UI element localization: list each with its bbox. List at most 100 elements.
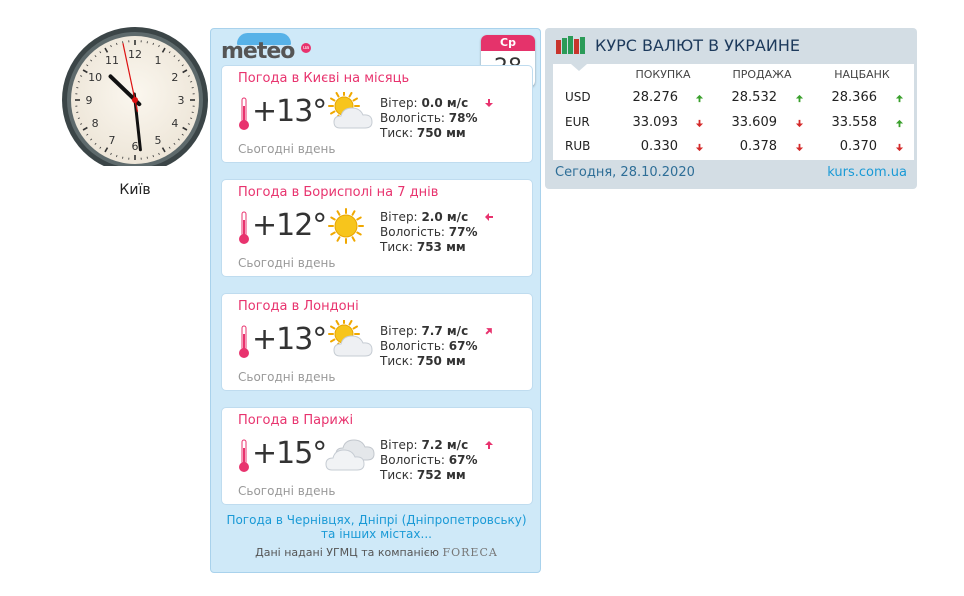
weather-card[interactable]: Погода в Парижі +15° Вітер: 7.2 м/с Воло… [221,407,533,505]
weather-card-title[interactable]: Погода в Борисполі на 7 днів [238,185,438,200]
weather-period: Сьогодні вдень [238,256,336,270]
meteo-logo[interactable]: meteo ua [217,33,317,65]
wind-value: 7.7 м/с [421,324,469,338]
thermometer-icon [239,439,249,472]
temperature: +13° [252,322,327,357]
clock-number: 11 [105,54,119,67]
header-nbu: НАЦБАНК [834,68,890,81]
weather-details: Вітер: 2.0 м/с Вологість: 77% Тиск: 753 … [380,210,478,255]
pressure-value: 752 мм [416,468,466,482]
currency-row: RUB 0.330 0.378 0.370 [553,135,914,159]
humidity-label: Вологість: [380,225,445,239]
wind-value: 2.0 м/с [421,210,469,224]
trend-arrow-icon [895,143,904,152]
humidity-label: Вологість: [380,111,445,125]
currency-widget: КУРС ВАЛЮТ В УКРАИНЕ ПОКУПКА ПРОДАЖА НАЦ… [545,28,917,189]
wind-direction-icon [485,441,493,449]
clock-city-label: Київ [119,182,151,198]
more-cities-line1[interactable]: Погода в Чернівцях, Дніпрі (Дніпропетров… [211,513,542,527]
analog-clock: 12 1234567891011 [62,27,208,166]
pressure-value: 750 мм [416,354,466,368]
weather-card[interactable]: Погода в Лондоні +13° Вітер: 7.7 м/с Вол… [221,293,533,391]
data-source-text: Дані надані УГМЦ та компанією [255,546,439,559]
wind-value: 7.2 м/с [421,438,469,452]
temperature: +15° [252,436,327,471]
clock-number: 5 [155,134,162,147]
nbu-value: 0.370 [839,139,877,154]
clock-number: 12 [128,48,142,61]
currency-logo-icon [556,36,585,54]
weather-details: Вітер: 7.7 м/с Вологість: 67% Тиск: 750 … [380,324,478,369]
clock-number: 8 [92,117,99,130]
humidity-value: 67% [448,339,478,353]
weather-details: Вітер: 0.0 м/с Вологість: 78% Тиск: 750 … [380,96,478,141]
clock-number: 3 [178,94,185,107]
humidity-label: Вологість: [380,339,445,353]
humidity-label: Вологість: [380,453,445,467]
trend-arrow-icon [695,119,704,128]
data-source-note: Дані надані УГМЦ та компанією FORECA [211,546,542,559]
currency-title: КУРС ВАЛЮТ В УКРАИНЕ [595,36,800,55]
wind-label: Вітер: [380,210,418,224]
more-cities-line2[interactable]: та інших містах... [211,527,542,541]
pressure-label: Тиск: [380,354,414,368]
sun-icon [328,208,364,244]
buy-value: 0.330 [640,139,678,154]
buy-value: 28.276 [632,90,679,105]
currency-code: USD [565,90,591,104]
clock-number: 4 [171,117,178,130]
temperature: +13° [252,94,327,129]
pressure-value: 750 мм [416,126,466,140]
trend-arrow-icon [795,94,804,103]
thermometer-icon [239,325,249,358]
wind-value: 0.0 м/с [421,96,469,110]
wind-label: Вітер: [380,96,418,110]
trend-arrow-icon [695,94,704,103]
weather-card[interactable]: Погода в Борисполі на 7 днів +12° Вітер:… [221,179,533,277]
trend-arrow-icon [795,143,804,152]
sun-cloud-icon [328,92,373,129]
weather-card[interactable]: Погода в Києві на місяць +13° Вітер: 0.0… [221,65,533,163]
currency-row: USD 28.276 28.532 28.366 [553,86,914,110]
clock-widget: 12 1 2 3 4 5 6 7 8 9 10 11 Київ [58,26,212,206]
currency-notch [571,64,587,71]
header-sell: ПРОДАЖА [732,68,792,81]
weather-card-title[interactable]: Погода в Києві на місяць [238,71,409,86]
foreca-logo[interactable]: FORECA [443,546,498,559]
weather-period: Сьогодні вдень [238,370,336,384]
trend-arrow-icon [895,119,904,128]
meteo-logo-badge: ua [301,43,311,53]
clouds-icon [325,439,375,471]
currency-date: Сегодня, 28.10.2020 [555,165,695,180]
wind-direction-icon [485,328,492,335]
wind-direction-icon [485,213,493,221]
trend-arrow-icon [895,94,904,103]
clock-number: 1 [155,54,162,67]
currency-row: EUR 33.093 33.609 33.558 [553,111,914,135]
sun-cloud-icon [328,320,373,357]
clock-number: 9 [86,94,93,107]
weather-details: Вітер: 7.2 м/с Вологість: 67% Тиск: 752 … [380,438,478,483]
thermometer-icon [239,97,249,130]
weather-card-title[interactable]: Погода в Лондоні [238,299,359,314]
wind-direction-icon [485,99,493,107]
weather-card-title[interactable]: Погода в Парижі [238,413,353,428]
sell-value: 28.532 [731,90,778,105]
more-cities-link[interactable]: Погода в Чернівцях, Дніпрі (Дніпропетров… [211,513,542,541]
sell-value: 0.378 [739,139,777,154]
humidity-value: 77% [448,225,478,239]
humidity-value: 78% [448,111,478,125]
weather-period: Сьогодні вдень [238,142,336,156]
thermometer-icon [239,211,249,244]
meteo-logo-text: meteo [221,39,295,64]
weather-period: Сьогодні вдень [238,484,336,498]
header-buy: ПОКУПКА [635,68,691,81]
trend-arrow-icon [795,119,804,128]
nbu-value: 33.558 [831,115,878,130]
clock-number: 6 [132,140,139,153]
currency-source-link[interactable]: kurs.com.ua [827,165,907,180]
clock-number: 7 [109,134,116,147]
nbu-value: 28.366 [831,90,878,105]
wind-label: Вітер: [380,324,418,338]
meteo-widget: meteo ua Ср 28 Погода в Києві на місяць … [210,28,541,573]
